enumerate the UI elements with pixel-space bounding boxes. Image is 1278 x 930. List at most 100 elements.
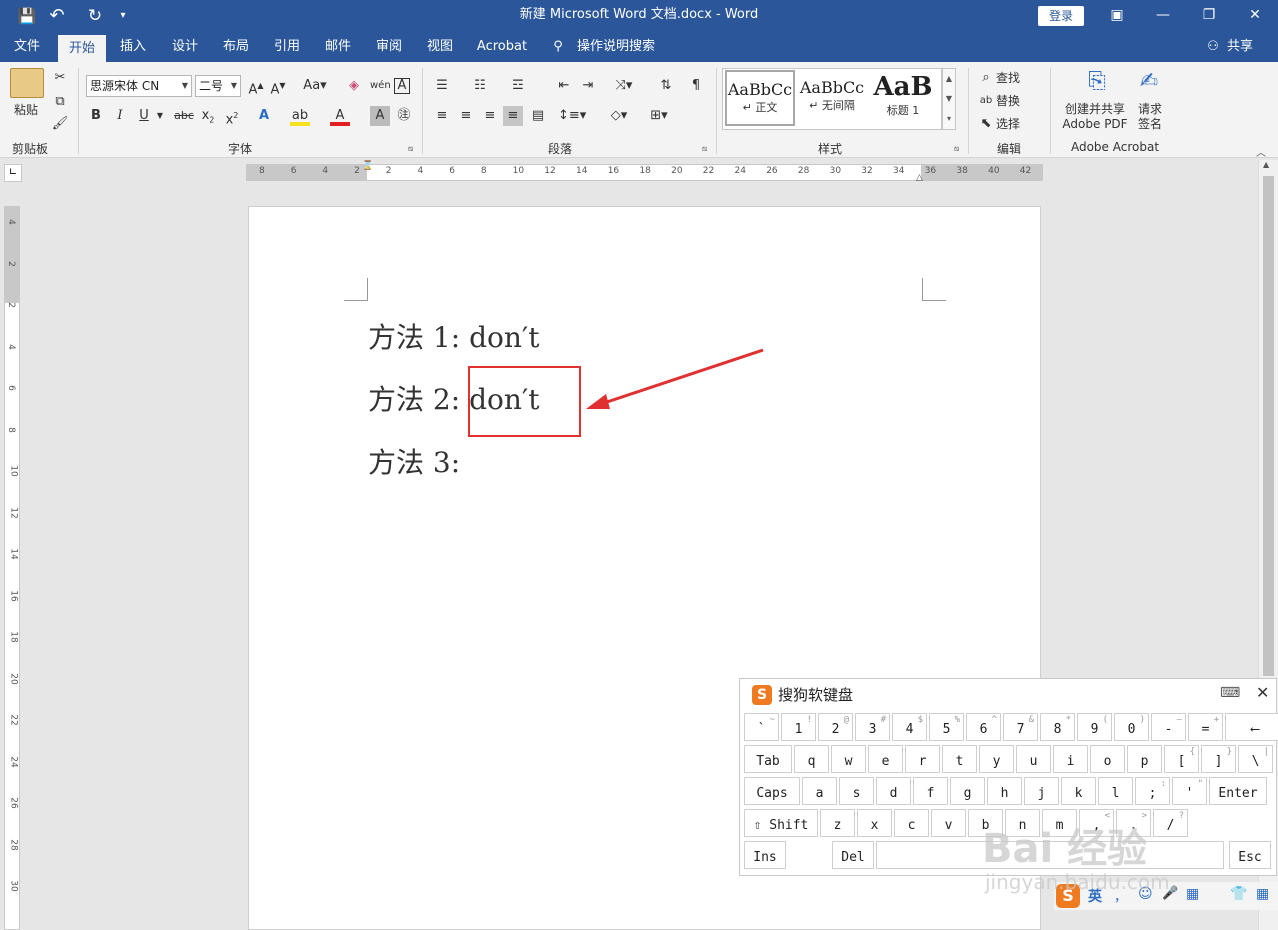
key-4-3[interactable]: Esc: [1229, 841, 1271, 869]
enclose-characters-icon[interactable]: ㊟: [394, 106, 414, 126]
key-0-12[interactable]: = +: [1188, 713, 1223, 741]
close-icon[interactable]: ✕: [1232, 0, 1278, 32]
borders-icon[interactable]: ⊞▾: [644, 106, 674, 126]
italic-icon[interactable]: I: [110, 106, 130, 126]
align-right-icon[interactable]: ≡: [480, 106, 500, 126]
font-size-select[interactable]: 二号 ▼: [195, 75, 241, 97]
share-button[interactable]: 共享: [1222, 32, 1258, 62]
tab-layout[interactable]: 布局: [215, 32, 257, 62]
key-3-0[interactable]: ⇧ Shift: [744, 809, 818, 837]
key-0-3[interactable]: 3 #: [855, 713, 890, 741]
ribbon-display-icon[interactable]: ▣: [1094, 0, 1140, 32]
customize-qat-icon[interactable]: ▾: [112, 6, 134, 26]
style-normal[interactable]: AaBbCc ↵ 正文: [725, 70, 795, 126]
collapse-ribbon-icon[interactable]: ︿: [1256, 144, 1266, 159]
key-1-11[interactable]: [{: [1164, 745, 1199, 773]
multilevel-list-icon[interactable]: ☲: [508, 76, 528, 96]
key-0-13[interactable]: ⟵: [1225, 713, 1278, 741]
numbering-icon[interactable]: ☷: [470, 76, 490, 96]
key-2-11[interactable]: ' ": [1172, 777, 1207, 805]
create-pdf-button[interactable]: 创建并共享 Adobe PDF: [1058, 102, 1132, 132]
key-0-1[interactable]: 1!: [781, 713, 816, 741]
key-0-0[interactable]: ` ~: [744, 713, 779, 741]
key-4-0[interactable]: Ins: [744, 841, 786, 869]
justify-icon[interactable]: ≡: [503, 106, 523, 126]
key-4-1[interactable]: Del: [832, 841, 874, 869]
key-3-3[interactable]: c: [894, 809, 929, 837]
chevron-down-icon[interactable]: ▼: [150, 106, 170, 126]
find-button[interactable]: 查找: [996, 68, 1036, 88]
decrease-indent-icon[interactable]: ⇤: [554, 76, 574, 96]
redo-icon[interactable]: ↻: [84, 6, 106, 26]
close-icon[interactable]: ✕: [1256, 683, 1269, 702]
key-3-10[interactable]: /?: [1153, 809, 1188, 837]
toolbox-icon[interactable]: ▦: [1256, 886, 1269, 902]
align-left-icon[interactable]: ≡: [432, 106, 452, 126]
font-name-select[interactable]: 思源宋体 CN ▼: [86, 75, 192, 97]
paste-icon[interactable]: [10, 68, 44, 98]
key-3-4[interactable]: v: [931, 809, 966, 837]
indent-marker-icon[interactable]: ⌛: [362, 161, 373, 171]
cut-icon[interactable]: ✂: [50, 68, 70, 88]
key-0-6[interactable]: 6 ^: [966, 713, 1001, 741]
key-1-4[interactable]: r: [905, 745, 940, 773]
increase-indent-icon[interactable]: ⇥: [578, 76, 598, 96]
skin-icon[interactable]: 👕: [1230, 886, 1247, 902]
key-3-1[interactable]: z: [820, 809, 855, 837]
key-1-8[interactable]: i: [1053, 745, 1088, 773]
key-1-3[interactable]: e: [868, 745, 903, 773]
strikethrough-icon[interactable]: abc: [172, 106, 196, 126]
key-2-5[interactable]: g: [950, 777, 985, 805]
line-spacing-icon[interactable]: ↕≡▾: [558, 106, 586, 126]
key-2-2[interactable]: s: [839, 777, 874, 805]
tab-stop-selector[interactable]: ∟: [4, 164, 22, 182]
tab-insert[interactable]: 插入: [112, 32, 154, 62]
key-2-1[interactable]: a: [802, 777, 837, 805]
style-no-spacing[interactable]: AaBbCc ↵ 无间隔: [797, 70, 867, 126]
login-button[interactable]: 登录: [1038, 6, 1084, 26]
font-color-icon[interactable]: A: [330, 106, 350, 126]
phonetic-guide-icon[interactable]: wén: [370, 76, 391, 96]
text-effects-icon[interactable]: A: [254, 106, 274, 126]
keyboard-layout-icon[interactable]: ⌨: [1220, 685, 1240, 701]
key-0-4[interactable]: 4 $: [892, 713, 927, 741]
clear-formatting-icon[interactable]: ◈: [344, 76, 364, 96]
tab-home[interactable]: 开始: [58, 35, 106, 62]
key-0-5[interactable]: 5%: [929, 713, 964, 741]
key-2-8[interactable]: k: [1061, 777, 1096, 805]
superscript-icon[interactable]: x2: [222, 106, 242, 127]
style-heading-1[interactable]: AaB 标题 1: [868, 70, 938, 126]
dialog-launcher-icon[interactable]: ⧅: [702, 144, 707, 154]
key-2-4[interactable]: f: [913, 777, 948, 805]
tab-review[interactable]: 审阅: [368, 32, 410, 62]
character-border-icon[interactable]: A: [394, 78, 410, 94]
request-signature-button[interactable]: 请求 签名: [1134, 102, 1166, 132]
key-0-2[interactable]: 2 @: [818, 713, 853, 741]
key-3-2[interactable]: x: [857, 809, 892, 837]
select-button[interactable]: 选择: [996, 114, 1036, 134]
key-1-7[interactable]: u: [1016, 745, 1051, 773]
chinese-layout-icon[interactable]: ⤨▾: [610, 76, 638, 96]
dialog-launcher-icon[interactable]: ⧅: [408, 144, 413, 154]
key-2-6[interactable]: h: [987, 777, 1022, 805]
key-0-11[interactable]: - —: [1151, 713, 1186, 741]
replace-button[interactable]: 替换: [996, 91, 1036, 111]
key-1-1[interactable]: q: [794, 745, 829, 773]
tab-references[interactable]: 引用: [266, 32, 308, 62]
tab-acrobat[interactable]: Acrobat: [470, 32, 534, 62]
horizontal-ruler[interactable]: 8 6 4 2 2 4 6 8 10 12 14 16 18 20 22 24 26 28 30 32 34 36 38 40…: [246, 161, 1043, 183]
bold-icon[interactable]: B: [86, 106, 106, 126]
format-painter-icon[interactable]: 🖌: [50, 114, 70, 134]
key-0-7[interactable]: 7 &: [1003, 713, 1038, 741]
key-1-13[interactable]: \ |: [1238, 745, 1273, 773]
key-1-6[interactable]: y: [979, 745, 1014, 773]
key-2-7[interactable]: j: [1024, 777, 1059, 805]
key-1-0[interactable]: Tab: [744, 745, 792, 773]
tell-me-search[interactable]: 操作说明搜索: [570, 32, 662, 62]
copy-icon[interactable]: ⧉: [50, 92, 70, 112]
shading-icon[interactable]: ◇▾: [604, 106, 634, 126]
tab-view[interactable]: 视图: [419, 32, 461, 62]
sort-icon[interactable]: ⇅: [656, 76, 676, 96]
distributed-icon[interactable]: ▤: [528, 106, 548, 126]
key-2-3[interactable]: d: [876, 777, 911, 805]
